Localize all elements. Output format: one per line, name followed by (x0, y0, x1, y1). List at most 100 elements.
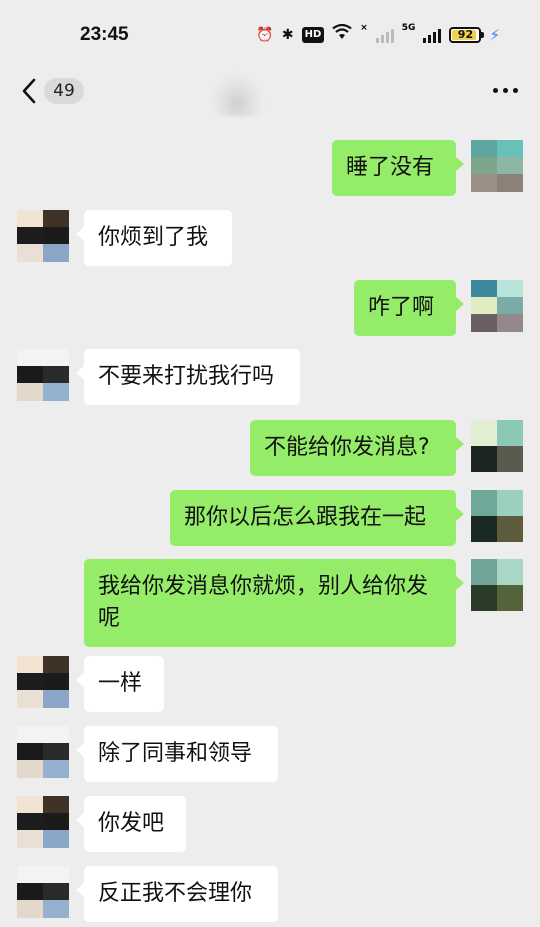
battery-percent: 92 (457, 28, 474, 41)
incoming-message: 不要来打扰我行吗 (0, 349, 540, 405)
avatar-pixel (43, 760, 69, 778)
avatar-pixel (17, 743, 43, 760)
avatar-pixel (17, 883, 43, 900)
message-bubble[interactable]: 你烦到了我 (76, 210, 232, 266)
message-bubble[interactable]: 我给你发消息你就烦，别人给你发呢 (84, 559, 464, 647)
avatar-pixel (497, 446, 523, 472)
avatar-pixel (43, 210, 69, 227)
avatar-pixel (471, 297, 497, 314)
avatar-pixel (497, 420, 523, 446)
avatar-pixel (497, 585, 523, 611)
incoming-message: 你烦到了我 (0, 210, 540, 266)
unread-count-badge[interactable]: 49 (44, 78, 84, 104)
more-dot (513, 88, 518, 93)
avatar-pixel (497, 174, 523, 192)
avatar-pixel (471, 559, 497, 585)
avatar-pixel (497, 516, 523, 542)
chat-title-obscured (212, 74, 262, 116)
avatar-pixel (471, 585, 497, 611)
status-time: 23:45 (80, 24, 129, 45)
message-bubble[interactable]: 睡了没有 (332, 140, 464, 196)
bluetooth-icon: ✱ (281, 27, 294, 43)
more-button[interactable] (493, 88, 518, 93)
incoming-message: 一样 (0, 656, 540, 712)
avatar-pixel (43, 796, 69, 813)
avatar-pixel (43, 656, 69, 673)
avatar-pixel (17, 349, 43, 366)
alarm-icon: ⏰ (256, 27, 274, 43)
avatar-pixel (17, 366, 43, 383)
avatar-pixel (497, 140, 523, 157)
signal-1-status-label: × (360, 23, 368, 33)
avatar-pixel (43, 900, 69, 918)
message-bubble[interactable]: 咋了啊 (354, 280, 464, 336)
avatar-pixel (497, 157, 523, 174)
wifi-icon (332, 23, 352, 47)
avatar-pixel (43, 830, 69, 848)
back-button[interactable] (14, 74, 44, 108)
avatar-pixel (17, 866, 43, 883)
contact-avatar[interactable] (17, 866, 69, 918)
avatar-pixel (17, 210, 43, 227)
message-bubble[interactable]: 不能给你发消息? (250, 420, 464, 476)
my-avatar[interactable] (471, 140, 523, 192)
message-bubble[interactable]: 除了同事和领导 (76, 726, 278, 782)
avatar-pixel (43, 743, 69, 760)
message-bubble[interactable]: 那你以后怎么跟我在一起 (170, 490, 464, 546)
avatar-pixel (43, 366, 69, 383)
avatar-pixel (17, 383, 43, 401)
avatar-pixel (471, 420, 497, 446)
avatar-pixel (17, 726, 43, 743)
network-type-label: 5G (401, 23, 416, 33)
avatar-pixel (43, 813, 69, 830)
outgoing-message: 那你以后怎么跟我在一起 (0, 490, 540, 546)
my-avatar[interactable] (471, 490, 523, 542)
avatar-pixel (17, 830, 43, 848)
avatar-pixel (17, 690, 43, 708)
outgoing-message: 我给你发消息你就烦，别人给你发呢 (0, 559, 540, 647)
avatar-pixel (43, 690, 69, 708)
status-icons: ⏰ ✱ HD × 5G 92 ⚡ (256, 23, 500, 47)
avatar-pixel (471, 516, 497, 542)
message-bubble[interactable]: 不要来打扰我行吗 (76, 349, 300, 405)
contact-avatar[interactable] (17, 210, 69, 262)
signal-5g-icon (423, 27, 442, 43)
contact-avatar[interactable] (17, 656, 69, 708)
outgoing-message: 不能给你发消息? (0, 420, 540, 476)
my-avatar[interactable] (471, 420, 523, 472)
my-avatar[interactable] (471, 280, 523, 332)
avatar-pixel (43, 673, 69, 690)
charging-icon: ⚡ (489, 26, 500, 44)
avatar-pixel (471, 174, 497, 192)
avatar-pixel (17, 796, 43, 813)
avatar-pixel (43, 883, 69, 900)
contact-avatar[interactable] (17, 349, 69, 401)
chat-header: 49 (0, 70, 540, 122)
avatar-pixel (43, 244, 69, 262)
avatar-pixel (17, 673, 43, 690)
hd-icon: HD (301, 27, 325, 43)
avatar-pixel (43, 227, 69, 244)
avatar-pixel (471, 490, 497, 516)
contact-avatar[interactable] (17, 796, 69, 848)
avatar-pixel (471, 314, 497, 332)
my-avatar[interactable] (471, 559, 523, 611)
incoming-message: 你发吧 (0, 796, 540, 852)
battery-icon: 92 (449, 27, 485, 43)
avatar-pixel (17, 813, 43, 830)
avatar-pixel (497, 297, 523, 314)
avatar-pixel (471, 280, 497, 297)
incoming-message: 反正我不会理你 (0, 866, 540, 922)
avatar-pixel (471, 157, 497, 174)
message-bubble[interactable]: 你发吧 (76, 796, 186, 852)
status-bar: 23:45 ⏰ ✱ HD × 5G 92 ⚡ (0, 0, 540, 70)
contact-avatar[interactable] (17, 726, 69, 778)
avatar-pixel (497, 559, 523, 585)
avatar-pixel (17, 760, 43, 778)
avatar-pixel (43, 383, 69, 401)
more-dot (503, 88, 508, 93)
message-bubble[interactable]: 反正我不会理你 (76, 866, 278, 922)
message-bubble[interactable]: 一样 (76, 656, 164, 712)
outgoing-message: 睡了没有 (0, 140, 540, 196)
chevron-left-icon (22, 78, 36, 104)
